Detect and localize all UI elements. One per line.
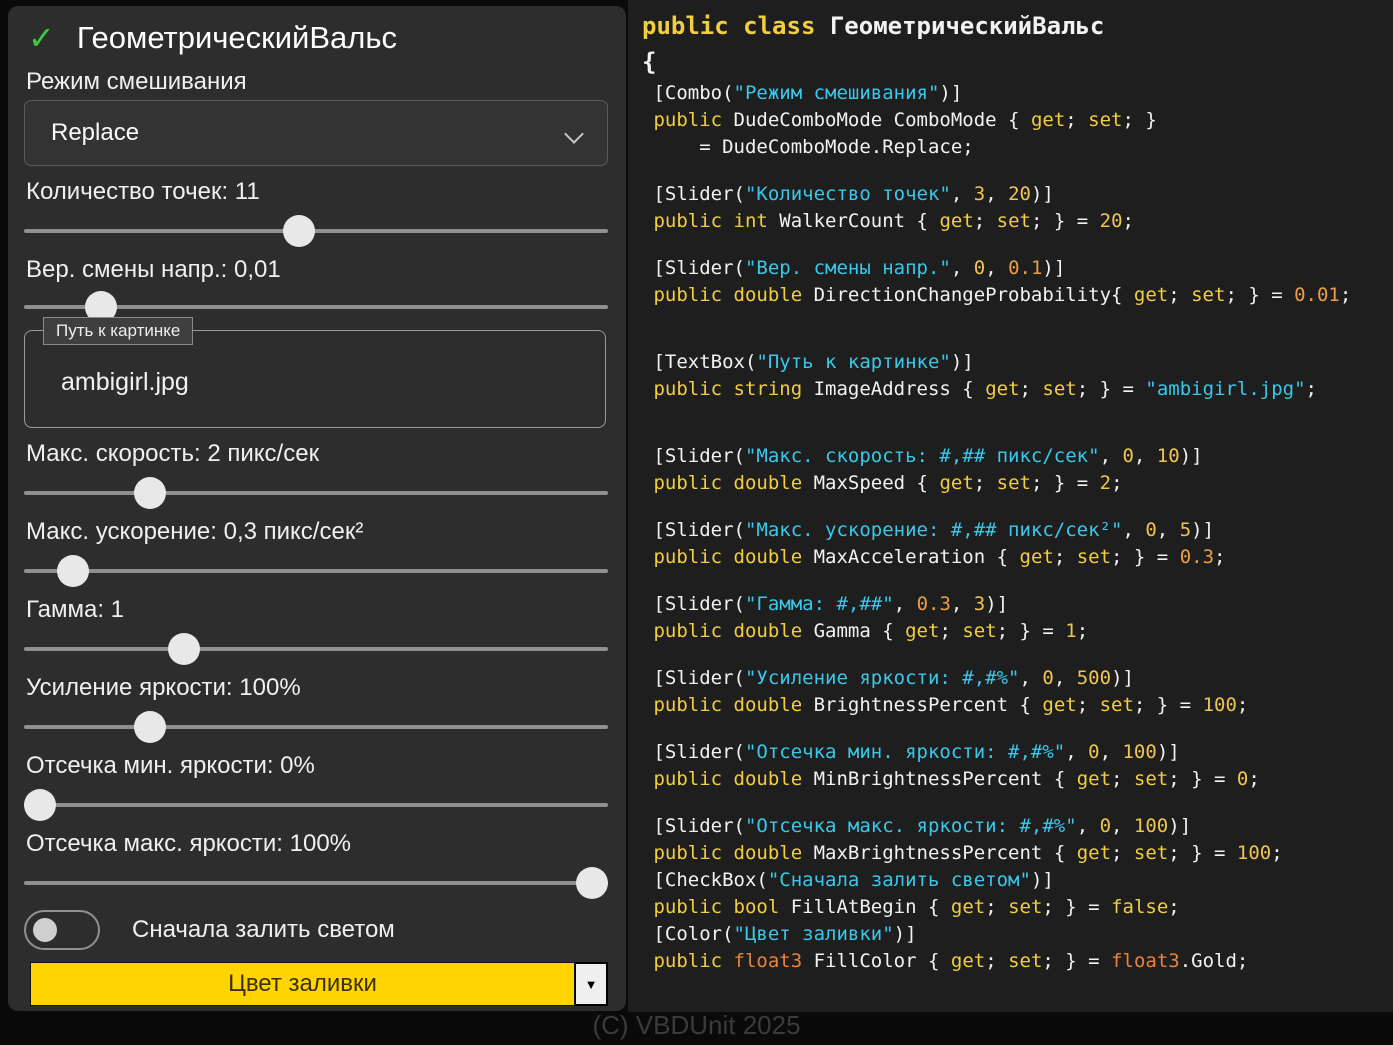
slider-thumb[interactable] (576, 867, 608, 899)
code-line: public DudeComboMode ComboMode { get; se… (642, 109, 1157, 131)
code-line: [Color("Цвет заливки")] (642, 923, 917, 945)
code-line: [Slider("Количество точек", 3, 20)] (642, 183, 1054, 205)
slider-label: Количество точек: 11 (26, 178, 260, 205)
code-line: [Combo("Режим смешивания")] (642, 82, 963, 104)
slider-track[interactable] (24, 569, 608, 573)
slider-thumb[interactable] (283, 215, 316, 247)
code-header: public class ГеометрическийВальс { (642, 8, 1393, 80)
fill-color-button[interactable]: Цвет заливки (30, 962, 575, 1006)
slider-max-speed[interactable] (24, 474, 608, 512)
slider-track[interactable] (24, 881, 608, 885)
code-line: [Slider("Гамма: #,##", 0.3, 3)] (642, 593, 1009, 615)
slider-brightness[interactable] (24, 708, 608, 746)
code-line: [Slider("Вер. смены напр.", 0, 0.1)] (642, 257, 1066, 279)
slider-point-count[interactable] (24, 212, 608, 250)
slider-min-brightness[interactable] (24, 786, 608, 824)
dropdown-arrow-icon: ▼ (584, 976, 598, 992)
slider-thumb[interactable] (134, 711, 167, 743)
code-line: [Slider("Усиление яркости: #,#%", 0, 500… (642, 667, 1134, 689)
code-line: [CheckBox("Сначала залить светом")] (642, 869, 1054, 891)
code-line: public class ГеометрическийВальс (642, 12, 1105, 40)
code-line: [Slider("Отсечка мин. яркости: #,#%", 0,… (642, 741, 1180, 763)
image-path-label: Путь к картинке (43, 317, 194, 345)
check-icon: ✓ (28, 20, 55, 56)
slider-thumb[interactable] (57, 555, 90, 587)
slider-track[interactable] (24, 647, 608, 651)
fill-at-begin-row: Сначала залить светом (24, 908, 395, 952)
panel-title: ГеометрическийВальс (76, 20, 398, 55)
screen: public class ГеометрическийВальс { [Combo… (0, 0, 1393, 1045)
slider-label: Вер. смены напр.: 0,01 (26, 256, 281, 283)
code-line: public bool FillAtBegin { get; set; } = … (642, 896, 1180, 918)
slider-label: Макс. ускорение: 0,3 пикс/сек² (26, 518, 364, 545)
code-line: [Slider("Макс. ускорение: #,## пикс/сек²… (642, 519, 1215, 541)
chevron-down-icon (564, 124, 584, 144)
settings-panel: ✓ ГеометрическийВальс Режим смешивания R… (8, 6, 626, 1011)
combo-mode-select[interactable]: Replace (24, 100, 608, 166)
code-line: = DudeComboMode.Replace; (642, 136, 974, 158)
fill-color-dropdown-button[interactable]: ▼ (575, 962, 608, 1006)
slider-track[interactable] (24, 491, 608, 495)
image-path-group: Путь к картинке (24, 317, 606, 428)
code-line: public double MinBrightnessPercent { get… (642, 768, 1260, 790)
combo-selected-value: Replace (51, 119, 140, 146)
toggle-knob-icon (33, 918, 57, 942)
code-panel: public class ГеометрическийВальс { [Combo… (628, 0, 1393, 1012)
code-line: public string ImageAddress { get; set; }… (642, 378, 1317, 400)
code-line: public double MaxSpeed { get; set; } = 2… (642, 472, 1123, 494)
code-line: public float3 FillColor { get; set; } = … (642, 950, 1249, 972)
code-line: [Slider("Отсечка макс. яркости: #,#%", 0… (642, 815, 1192, 837)
title-row: ✓ ГеометрическийВальс (28, 16, 397, 60)
image-path-input[interactable] (59, 367, 563, 398)
slider-label: Усиление яркости: 100% (26, 674, 301, 701)
slider-max-brightness[interactable] (24, 864, 608, 902)
code-lines: [Combo("Режим смешивания")] public DudeC… (642, 80, 1393, 975)
toggle-label: Сначала залить светом (132, 916, 395, 943)
code-line: public double MaxAcceleration { get; set… (642, 546, 1226, 568)
fill-at-begin-toggle[interactable] (24, 910, 100, 950)
slider-thumb[interactable] (24, 789, 56, 821)
fill-color-row: Цвет заливки ▼ (30, 962, 608, 1006)
slider-label: Отсечка макс. яркости: 100% (26, 830, 352, 857)
slider-thumb[interactable] (134, 477, 167, 509)
slider-track[interactable] (24, 229, 608, 233)
watermark: (C) VBDUnit 2025 (592, 1010, 801, 1040)
code-line: [TextBox("Путь к картинке")] (642, 351, 974, 373)
code-line: public double Gamma { get; set; } = 1; (642, 620, 1089, 642)
code-line: [Slider("Макс. скорость: #,## пикс/сек",… (642, 445, 1203, 467)
code-line: public double BrightnessPercent { get; s… (642, 694, 1249, 716)
slider-label: Макс. скорость: 2 пикс/сек (26, 440, 320, 467)
slider-gamma[interactable] (24, 630, 608, 668)
slider-label: Отсечка мин. яркости: 0% (26, 752, 315, 779)
slider-track[interactable] (24, 803, 608, 807)
slider-track[interactable] (24, 725, 608, 729)
slider-thumb[interactable] (167, 633, 200, 665)
code-line: { (642, 48, 657, 76)
combo-label: Режим смешивания (26, 68, 247, 95)
slider-max-acceleration[interactable] (24, 552, 608, 590)
slider-label: Гамма: 1 (26, 596, 125, 623)
code-line: public double MaxBrightnessPercent { get… (642, 842, 1283, 864)
code-line: public double DirectionChangeProbability… (642, 284, 1352, 306)
code-line: public int WalkerCount { get; set; } = 2… (642, 210, 1134, 232)
